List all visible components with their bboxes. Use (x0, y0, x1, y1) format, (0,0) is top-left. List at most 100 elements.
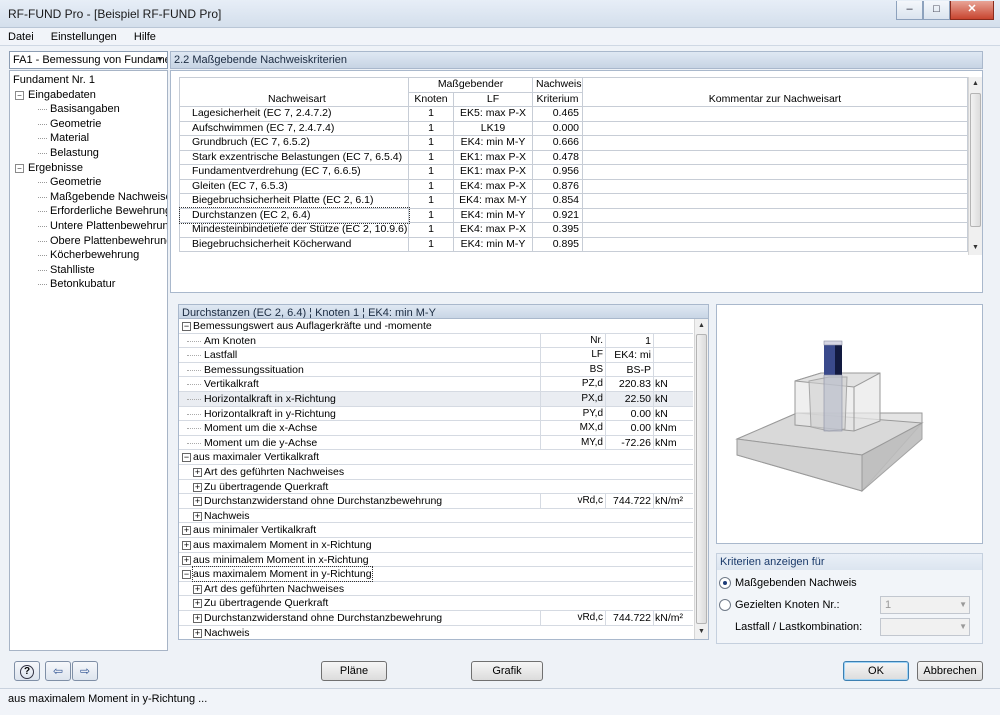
import-button[interactable]: ⇦ (45, 661, 71, 681)
table-row[interactable]: Fundamentverdrehung (EC 7, 6.6.5) 1 EK1: m… (179, 164, 968, 180)
nachweisart-cell[interactable]: Biegebruchsicherheit Köcherwand (179, 236, 409, 252)
collapse-icon[interactable]: − (15, 90, 24, 100)
table-row[interactable]: Stark exzentrische Belastungen (EC 7, 6.… (179, 149, 968, 165)
detail-row[interactable]: + Zu übertragende Querkraft (179, 480, 693, 495)
knoten-cell[interactable]: 1 (408, 106, 454, 122)
cancel-button[interactable]: Abbrechen (917, 661, 983, 681)
detail-row[interactable]: + Art des geführten Nachweises (179, 465, 693, 480)
menu-hilfe[interactable]: Hilfe (134, 28, 156, 46)
detail-row[interactable]: Horizontalkraft in y-Richtung PY,d 0.00 kN (179, 406, 693, 422)
nachweisart-cell[interactable]: Fundamentverdrehung (EC 7, 6.6.5) (179, 164, 409, 180)
table-row[interactable]: Aufschwimmen (EC 7, 2.4.7.4) 1 LK19 0.000 (179, 120, 968, 136)
lf-cell[interactable]: EK5: max P-X (453, 106, 533, 122)
nachweisart-cell[interactable]: Mindesteinbindetiefe der Stütze (EC 2, 1… (179, 222, 409, 238)
collapse-icon[interactable]: − (182, 322, 191, 331)
detail-row[interactable]: + Art des geführten Nachweises (179, 582, 693, 597)
detail-row[interactable]: Lastfall LF EK4: mi (179, 348, 693, 363)
detail-row[interactable]: Bemessungssituation BS BS-P (179, 362, 693, 378)
radio-knoten-label[interactable]: Gezielten Knoten Nr.: (735, 599, 840, 611)
expand-icon[interactable]: + (193, 468, 202, 477)
kriterium-cell[interactable]: 0.921 (532, 207, 583, 223)
table-row[interactable]: Gleiten (EC 7, 6.5.3) 1 EK4: max P-X 0.876 (179, 178, 968, 194)
scroll-thumb[interactable] (696, 334, 707, 624)
col-nachweisart[interactable]: Nachweisart (179, 77, 409, 107)
minimize-button[interactable]: – (896, 1, 923, 20)
detail-row[interactable]: Horizontalkraft in x-Richtung PX,d 22.50 kN (179, 392, 693, 407)
lf-cell[interactable]: LK19 (453, 120, 533, 136)
kommentar-cell[interactable] (582, 135, 968, 151)
detail-row[interactable]: + aus minimalem Moment in x-Richtung (179, 553, 693, 568)
lf-cell[interactable]: EK1: max P-X (453, 149, 533, 165)
menu-datei[interactable]: Datei (8, 28, 34, 46)
kriterium-cell[interactable]: 0.956 (532, 164, 583, 180)
collapse-icon[interactable]: − (182, 570, 191, 580)
detail-row[interactable]: + Nachweis (179, 509, 693, 524)
detail-row[interactable]: + aus minimaler Vertikalkraft (179, 523, 693, 538)
table-row[interactable]: Lagesicherheit (EC 7, 2.4.7.2) 1 EK5: max … (179, 106, 968, 122)
scroll-up-icon[interactable]: ▲ (695, 319, 708, 333)
detail-row[interactable]: + Nachweis (179, 626, 693, 639)
kriterium-cell[interactable]: 0.395 (532, 222, 583, 238)
case-selector[interactable]: FA1 - Bemessung von Fundame ▼ (9, 51, 168, 69)
nachweisart-cell[interactable]: Stark exzentrische Belastungen (EC 7, 6.… (179, 149, 409, 165)
results-scrollbar[interactable]: ▲ ▼ (968, 77, 982, 255)
lf-cell[interactable]: EK4: min M-Y (453, 236, 533, 252)
detail-scrollbar[interactable]: ▲ ▼ (694, 319, 708, 639)
nachweisart-cell[interactable]: Aufschwimmen (EC 7, 2.4.7.4) (179, 120, 409, 136)
table-row[interactable]: Grundbruch (EC 7, 6.5.2) 1 EK4: min M-Y 0.6… (179, 135, 968, 151)
lf-cell[interactable]: EK4: min M-Y (453, 135, 533, 151)
kriterium-cell[interactable]: 0.876 (532, 178, 583, 194)
detail-row[interactable]: Vertikalkraft PZ,d 220.83 kN (179, 377, 693, 392)
expand-icon[interactable]: + (182, 541, 191, 550)
col-kriterium-2[interactable]: Kriterium (532, 91, 583, 107)
kommentar-cell[interactable] (582, 106, 968, 122)
lf-cell[interactable]: EK4: min M-Y (453, 207, 533, 223)
kommentar-cell[interactable] (582, 120, 968, 136)
knoten-cell[interactable]: 1 (408, 135, 454, 151)
menu-einstellungen[interactable]: Einstellungen (51, 28, 117, 46)
help-button[interactable]: ? (14, 661, 40, 681)
nachweisart-cell[interactable]: Lagesicherheit (EC 7, 2.4.7.2) (179, 106, 409, 122)
table-row[interactable]: Durchstanzen (EC 2, 6.4) 1 EK4: min M-Y 0.9… (178, 207, 968, 224)
col-lf[interactable]: LF (453, 91, 533, 107)
lf-cell[interactable]: EK4: max P-X (453, 222, 533, 238)
detail-row[interactable]: + aus maximalem Moment in x-Richtung (179, 538, 693, 553)
detail-row[interactable]: Moment um die x-Achse MX,d 0.00 kNm (179, 421, 693, 436)
table-row[interactable]: Biegebruchsicherheit Köcherwand 1 EK4: min… (179, 236, 968, 252)
detail-row[interactable]: − Bemessungswert aus Auflagerkräfte und -… (179, 319, 693, 334)
export-button[interactable]: ⇨ (72, 661, 98, 681)
table-row[interactable]: Mindesteinbindetiefe der Stütze (EC 2, 1… (179, 222, 968, 238)
expand-icon[interactable]: + (193, 628, 202, 638)
lf-cell[interactable]: EK1: max P-X (453, 164, 533, 180)
radio-massgebend-label[interactable]: Maßgebenden Nachweis (735, 577, 857, 589)
expand-icon[interactable]: + (193, 511, 202, 521)
expand-icon[interactable]: + (182, 555, 191, 565)
kommentar-cell[interactable] (582, 178, 968, 194)
kriterium-cell[interactable]: 0.000 (532, 120, 583, 136)
knoten-cell[interactable]: 1 (408, 236, 454, 252)
knoten-cell[interactable]: 1 (408, 164, 454, 180)
expand-icon[interactable]: + (193, 497, 202, 507)
detail-row[interactable]: + Durchstanzwiderstand ohne Durchstanzbew… (179, 494, 693, 509)
nachweisart-cell[interactable]: Biegebruchsicherheit Platte (EC 2, 6.1) (179, 193, 409, 209)
scroll-down-icon[interactable]: ▼ (695, 625, 708, 639)
lf-cell[interactable]: EK4: max M-Y (453, 193, 533, 209)
scroll-thumb[interactable] (970, 93, 981, 227)
scroll-up-icon[interactable]: ▲ (969, 77, 982, 91)
kommentar-cell[interactable] (582, 236, 968, 252)
kriterium-cell[interactable]: 0.895 (532, 236, 583, 252)
nachweisart-cell[interactable]: Gleiten (EC 7, 6.5.3) (179, 178, 409, 194)
kommentar-cell[interactable] (582, 207, 968, 223)
detail-row[interactable]: + Zu übertragende Querkraft (179, 596, 693, 611)
collapse-icon[interactable]: − (15, 163, 24, 173)
expand-icon[interactable]: + (182, 526, 191, 536)
collapse-icon[interactable]: − (182, 453, 191, 463)
plaene-button[interactable]: Pläne (321, 661, 387, 681)
knoten-select[interactable]: 1 ▼ (880, 596, 970, 614)
kommentar-cell[interactable] (582, 164, 968, 180)
lastfall-select[interactable]: ▼ (880, 618, 970, 636)
detail-row[interactable]: − aus maximalem Moment in y-Richtung (179, 566, 693, 583)
kriterium-cell[interactable]: 0.478 (532, 149, 583, 165)
kriterium-cell[interactable]: 0.854 (532, 193, 583, 209)
knoten-cell[interactable]: 1 (408, 222, 454, 238)
